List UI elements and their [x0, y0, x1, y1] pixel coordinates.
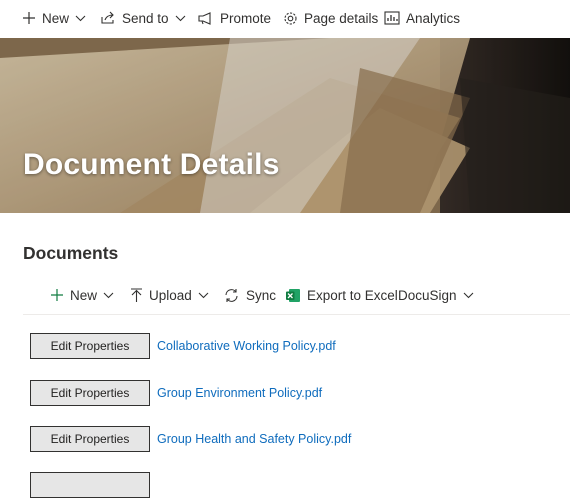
document-link[interactable]: Collaborative Working Policy.pdf: [157, 339, 336, 353]
chevron-down-icon: [75, 15, 86, 21]
megaphone-icon: [198, 11, 211, 25]
docusign-label: DocuSign: [398, 287, 457, 303]
new-label: New: [42, 10, 70, 26]
upload-button[interactable]: Upload: [130, 278, 209, 312]
promote-label: Promote: [220, 10, 272, 26]
page-command-bar: New Send to Promote Page details Analyti…: [0, 0, 570, 36]
library-new-label: New: [70, 287, 98, 303]
hero-banner: Document Details: [0, 38, 570, 213]
plus-icon: [51, 289, 63, 301]
export-to-excel-button[interactable]: Export to Excel: [286, 278, 398, 312]
page-details-button[interactable]: Page details: [283, 0, 378, 36]
documents-section-title: Documents: [23, 243, 119, 263]
gear-icon: [284, 11, 297, 25]
chevron-down-icon: [198, 292, 209, 298]
share-icon: [101, 11, 114, 24]
edit-properties-button[interactable]: Edit Properties: [30, 426, 150, 452]
docusign-button[interactable]: DocuSign: [398, 278, 474, 312]
sync-icon: [225, 288, 238, 302]
chevron-down-icon: [175, 15, 185, 21]
document-link[interactable]: Group Environment Policy.pdf: [157, 386, 322, 400]
page-title: Document Details: [23, 148, 280, 181]
excel-icon: [286, 288, 300, 302]
upload-icon: [131, 287, 142, 302]
edit-properties-button[interactable]: Edit Properties: [30, 380, 150, 406]
send-to-button[interactable]: Send to: [100, 0, 186, 36]
page-details-label: Page details: [304, 10, 379, 26]
chevron-down-icon: [463, 292, 473, 298]
upload-label: Upload: [149, 287, 192, 303]
edit-properties-button[interactable]: [30, 472, 150, 498]
analytics-button[interactable]: Analytics: [384, 0, 460, 36]
plus-icon: [23, 12, 35, 24]
sync-label: Sync: [246, 287, 277, 303]
library-new-button[interactable]: New: [50, 278, 114, 312]
chart-icon: [384, 11, 400, 25]
toolbar-divider: [23, 314, 570, 315]
edit-properties-button[interactable]: Edit Properties: [30, 333, 150, 359]
new-button[interactable]: New: [22, 0, 86, 36]
send-to-label: Send to: [122, 10, 169, 26]
chevron-down-icon: [103, 292, 114, 298]
promote-button[interactable]: Promote: [197, 0, 271, 36]
sync-button[interactable]: Sync: [223, 278, 276, 312]
analytics-label: Analytics: [406, 10, 461, 26]
export-label: Export to Excel: [307, 287, 398, 303]
folders-image: [0, 38, 570, 213]
document-link[interactable]: Group Health and Safety Policy.pdf: [157, 432, 351, 446]
